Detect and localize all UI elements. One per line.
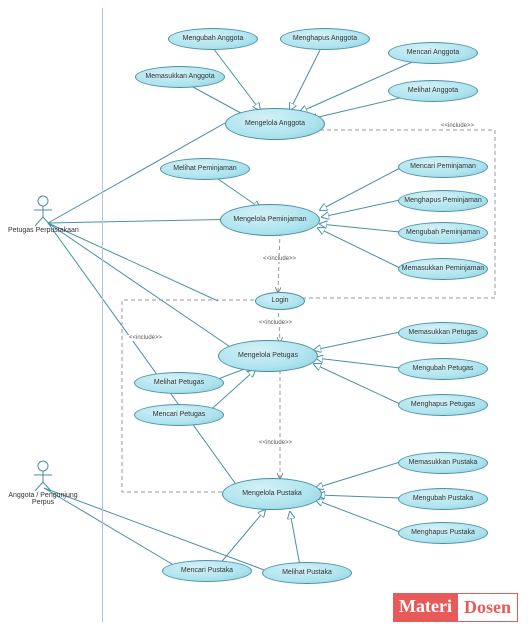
uc-mengelola-peminjaman: Mengelola Peminjaman bbox=[220, 204, 320, 236]
actor-icon bbox=[32, 195, 54, 227]
uc-mencari-anggota: Mencari Anggota bbox=[388, 42, 478, 64]
actor-icon bbox=[32, 460, 54, 492]
include-label: <<include>> bbox=[258, 440, 293, 446]
uc-melihat-anggota: Melihat Anggota bbox=[388, 80, 478, 102]
uc-memasukkan-pustaka: Memasukkan Pustaka bbox=[398, 452, 488, 474]
include-label: <<include>> bbox=[262, 256, 297, 262]
include-label: <<include>> bbox=[128, 335, 163, 341]
watermark-part2: Dosen bbox=[458, 593, 518, 622]
uc-mengelola-anggota: Mengelola Anggota bbox=[225, 108, 325, 140]
include-label: <<include>> bbox=[440, 123, 475, 129]
uc-mengubah-petugas: Mengubah Petugas bbox=[398, 358, 488, 380]
uc-mencari-pustaka: Mencari Pustaka bbox=[162, 560, 252, 582]
actor-anggota-label: Anggota / Pengunjung Perpus bbox=[8, 492, 78, 506]
uc-mencari-peminjaman: Mencari Peminjaman bbox=[398, 156, 488, 178]
uc-mengelola-petugas: Mengelola Petugas bbox=[218, 340, 318, 372]
actor-petugas: Petugas Perpustakaan bbox=[8, 195, 79, 234]
uc-memasukkan-petugas: Memasukkan Petugas bbox=[398, 322, 488, 344]
uc-menghapus-petugas: Menghapus Petugas bbox=[398, 394, 488, 416]
actor-anggota: Anggota / Pengunjung Perpus bbox=[8, 460, 78, 506]
uc-login: Login bbox=[255, 292, 305, 310]
actor-petugas-label: Petugas Perpustakaan bbox=[8, 227, 79, 234]
uc-mengelola-pustaka: Mengelola Pustaka bbox=[222, 478, 322, 510]
uc-memasukkan-anggota: Memasukkan Anggota bbox=[135, 66, 225, 88]
include-label: <<include>> bbox=[258, 320, 293, 326]
uc-mengubah-peminjaman: Mengubah Peminjaman bbox=[398, 222, 488, 244]
uc-menghapus-peminjaman: Menghapus Peminjaman bbox=[398, 190, 488, 212]
watermark: Materi Dosen bbox=[393, 593, 518, 622]
uc-melihat-peminjaman: Melihat Peminjaman bbox=[160, 158, 250, 180]
uc-melihat-petugas: Melihat Petugas bbox=[134, 372, 224, 394]
watermark-part1: Materi bbox=[393, 593, 458, 622]
uc-menghapus-pustaka: Menghapus Pustaka bbox=[398, 522, 488, 544]
uc-mencari-petugas: Mencari Petugas bbox=[134, 404, 224, 426]
uc-menghapus-anggota: Menghapus Anggota bbox=[280, 28, 370, 50]
uc-melihat-pustaka: Melihat Pustaka bbox=[262, 562, 352, 584]
uc-memasukkan-peminjaman: Memasukkan Peminjaman bbox=[398, 258, 488, 280]
uc-mengubah-anggota: Mengubah Anggota bbox=[168, 28, 258, 50]
uc-mengubah-pustaka: Mengubah Pustaka bbox=[398, 488, 488, 510]
